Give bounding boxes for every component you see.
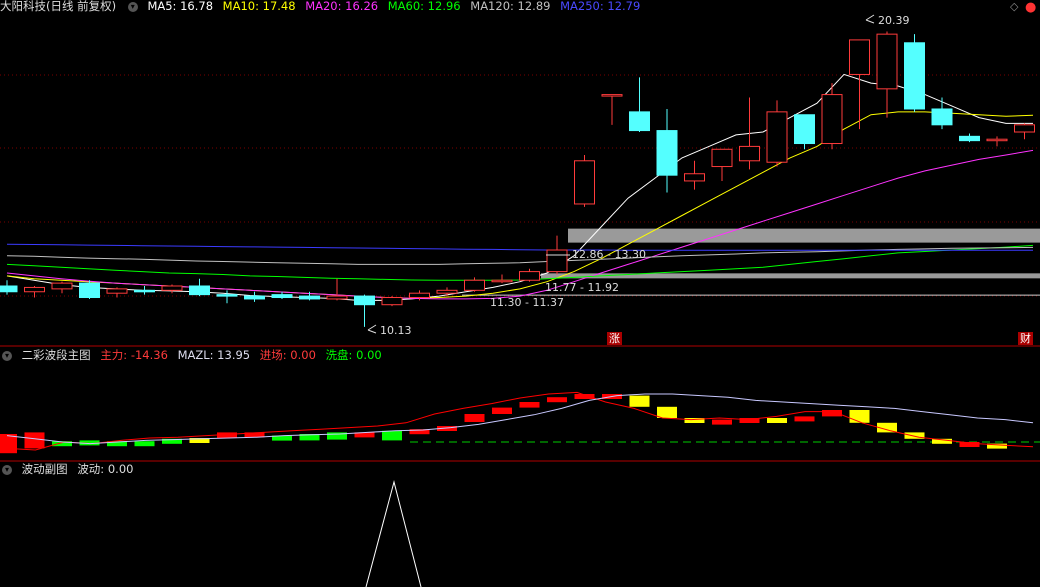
panel3-header: ▾ 波动副图 波动: 0.00 (0, 462, 139, 476)
mazl-line (6, 393, 1034, 445)
candle-down (931, 108, 953, 126)
zone-label-2: 11.77 - 11.92 (545, 281, 619, 294)
wave-bar (712, 419, 732, 425)
support-zone-1 (568, 228, 1040, 243)
wave-bar (849, 410, 870, 423)
support-zone-2 (541, 273, 1040, 279)
candle-down (0, 285, 18, 293)
wave-bar (24, 432, 45, 449)
wave-bar (382, 430, 402, 441)
wave-bar (794, 416, 815, 422)
ma20-value: MA20: 16.26 (305, 0, 379, 13)
zhang-marker[interactable]: 涨 (607, 332, 622, 345)
candle-up (739, 145, 760, 162)
ma120-value: MA120: 12.89 (470, 0, 551, 13)
moving-average-lines (6, 73, 1034, 301)
wave-bar (547, 397, 567, 403)
candle-up (24, 286, 45, 293)
candle-down (959, 135, 980, 142)
mazl-value: MAZL: 13.95 (177, 348, 251, 362)
zone-label-3: 11.30 - 11.37 (490, 296, 564, 309)
ma250-value: MA250: 12.79 (560, 0, 641, 13)
candle-up (491, 279, 513, 283)
candle-up (161, 285, 183, 291)
candle-down (904, 42, 925, 110)
wave-bar (134, 441, 155, 447)
candle-down (216, 294, 238, 297)
wave-bar (629, 395, 650, 407)
candle-down (354, 295, 375, 306)
candle-down (299, 295, 320, 300)
candle-down (244, 295, 265, 300)
bodong-line (365, 480, 422, 587)
ma5-value: MA5: 16.78 (147, 0, 214, 13)
main-header: 大阳科技(日线 前复权) ▾ MA5: 16.78 MA10: 17.48 MA… (0, 0, 646, 13)
high-price-label: 20.39 (878, 14, 910, 27)
candle-up (849, 39, 870, 75)
ma10-value: MA10: 17.48 (222, 0, 296, 13)
ma60-value: MA60: 12.96 (387, 0, 461, 13)
low-arrow-icon (367, 324, 377, 334)
xipan-value: 洗盘: 0.00 (325, 348, 382, 362)
candle-up (684, 173, 705, 182)
wave-bar (657, 406, 677, 418)
candle-down (629, 111, 650, 132)
candle-down (271, 294, 293, 299)
candle-up (821, 94, 843, 145)
ma5-line (6, 73, 1033, 301)
ma10-line (6, 111, 1034, 299)
zhuli-line (6, 391, 1034, 451)
panel3-collapse-icon[interactable]: ▾ (2, 464, 12, 475)
high-arrow-icon (865, 14, 875, 24)
wave-bar (492, 407, 512, 414)
candlesticks (0, 31, 1035, 327)
candle-up (766, 111, 788, 163)
candle-up (546, 249, 568, 273)
zhuli-value: 主力: -14.36 (100, 348, 168, 362)
cai-marker[interactable]: 财 (1018, 332, 1033, 345)
zone-label-1: 12.86 - 13.30 (572, 248, 646, 261)
candle-up (519, 271, 540, 281)
candle-up (326, 295, 348, 300)
candle-up (464, 279, 485, 291)
wave-bar (519, 402, 540, 408)
candle-down (134, 289, 155, 293)
jinchang-value: 进场: 0.00 (259, 348, 316, 362)
wave-bar (464, 414, 485, 422)
candle-up (876, 33, 898, 90)
candle-up (51, 282, 73, 290)
candle-up (106, 288, 128, 294)
candle-down (656, 130, 678, 176)
panel2-header: ▾ 二彩波段主图 主力: -14.36 MAZL: 13.95 进场: 0.00… (0, 348, 388, 362)
panel3-title[interactable]: 波动副图 (22, 462, 68, 476)
wave-bar (767, 418, 787, 423)
wave-bar (822, 410, 842, 417)
candle-down (794, 114, 815, 145)
candle-down (79, 282, 100, 299)
low-price-label: 10.13 (380, 324, 412, 337)
panel2-collapse-icon[interactable]: ▾ (2, 350, 12, 361)
price-annotations (367, 14, 875, 334)
settings-icon[interactable]: ▾ (127, 1, 138, 12)
panel2-wave-chart (0, 391, 1040, 454)
candle-up (436, 289, 458, 294)
candle-up (1014, 124, 1035, 133)
diamond-icon[interactable]: ◇ (1010, 0, 1018, 13)
chart-canvas (0, 14, 1040, 587)
candle-up (601, 94, 623, 97)
candle-up (574, 160, 595, 205)
candle-up (381, 297, 403, 306)
close-icon[interactable]: ● (1025, 0, 1036, 15)
candle-up (409, 292, 430, 299)
candle-up (711, 148, 733, 168)
stock-name[interactable]: 大阳科技(日线 前复权) (0, 0, 116, 13)
panel3-volatility-chart (365, 480, 422, 587)
candle-down (189, 285, 210, 296)
candle-up (986, 138, 1008, 142)
bodong-value: 波动: 0.00 (77, 462, 134, 476)
panel2-title[interactable]: 二彩波段主图 (22, 348, 91, 362)
